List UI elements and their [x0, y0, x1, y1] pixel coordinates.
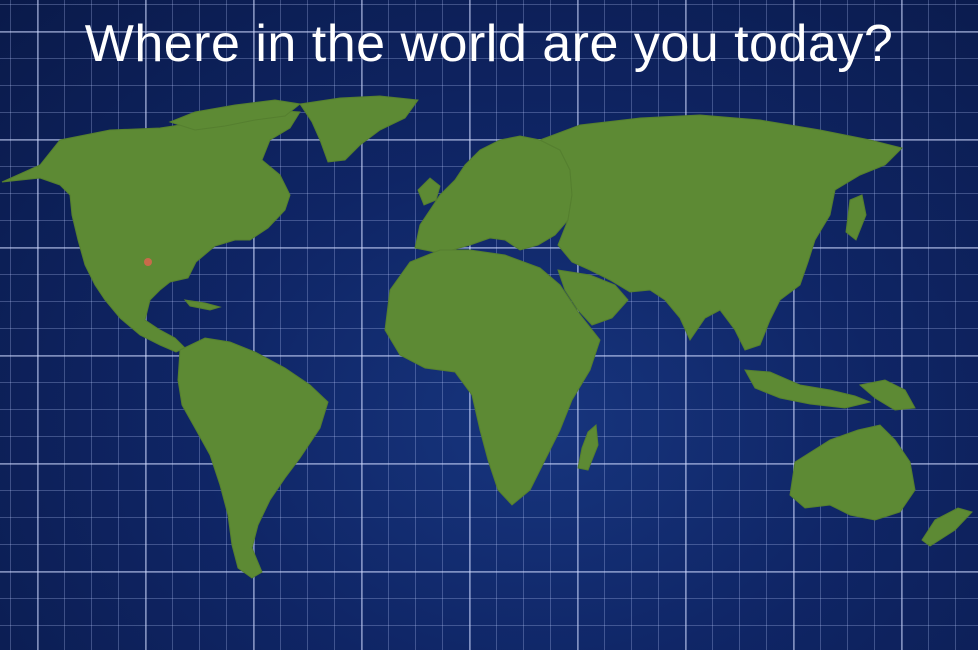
world-map	[1, 95, 973, 579]
continent-madagascar	[577, 423, 599, 471]
continent-new-zealand	[921, 507, 973, 547]
continent-japan	[845, 194, 867, 241]
continent-australia	[789, 424, 916, 521]
continent-southeast-asia	[744, 369, 872, 409]
page-title: Where in the world are you today?	[84, 15, 894, 73]
continent-europe	[414, 135, 573, 253]
location-marker[interactable]	[144, 258, 152, 266]
continent-new-guinea	[858, 379, 916, 411]
continent-caribbean	[183, 299, 222, 311]
continent-north-america	[1, 109, 301, 353]
world-map-slide: Where in the world are you today?	[0, 0, 978, 650]
continent-south-america	[177, 337, 329, 579]
continent-greenland	[299, 95, 419, 163]
